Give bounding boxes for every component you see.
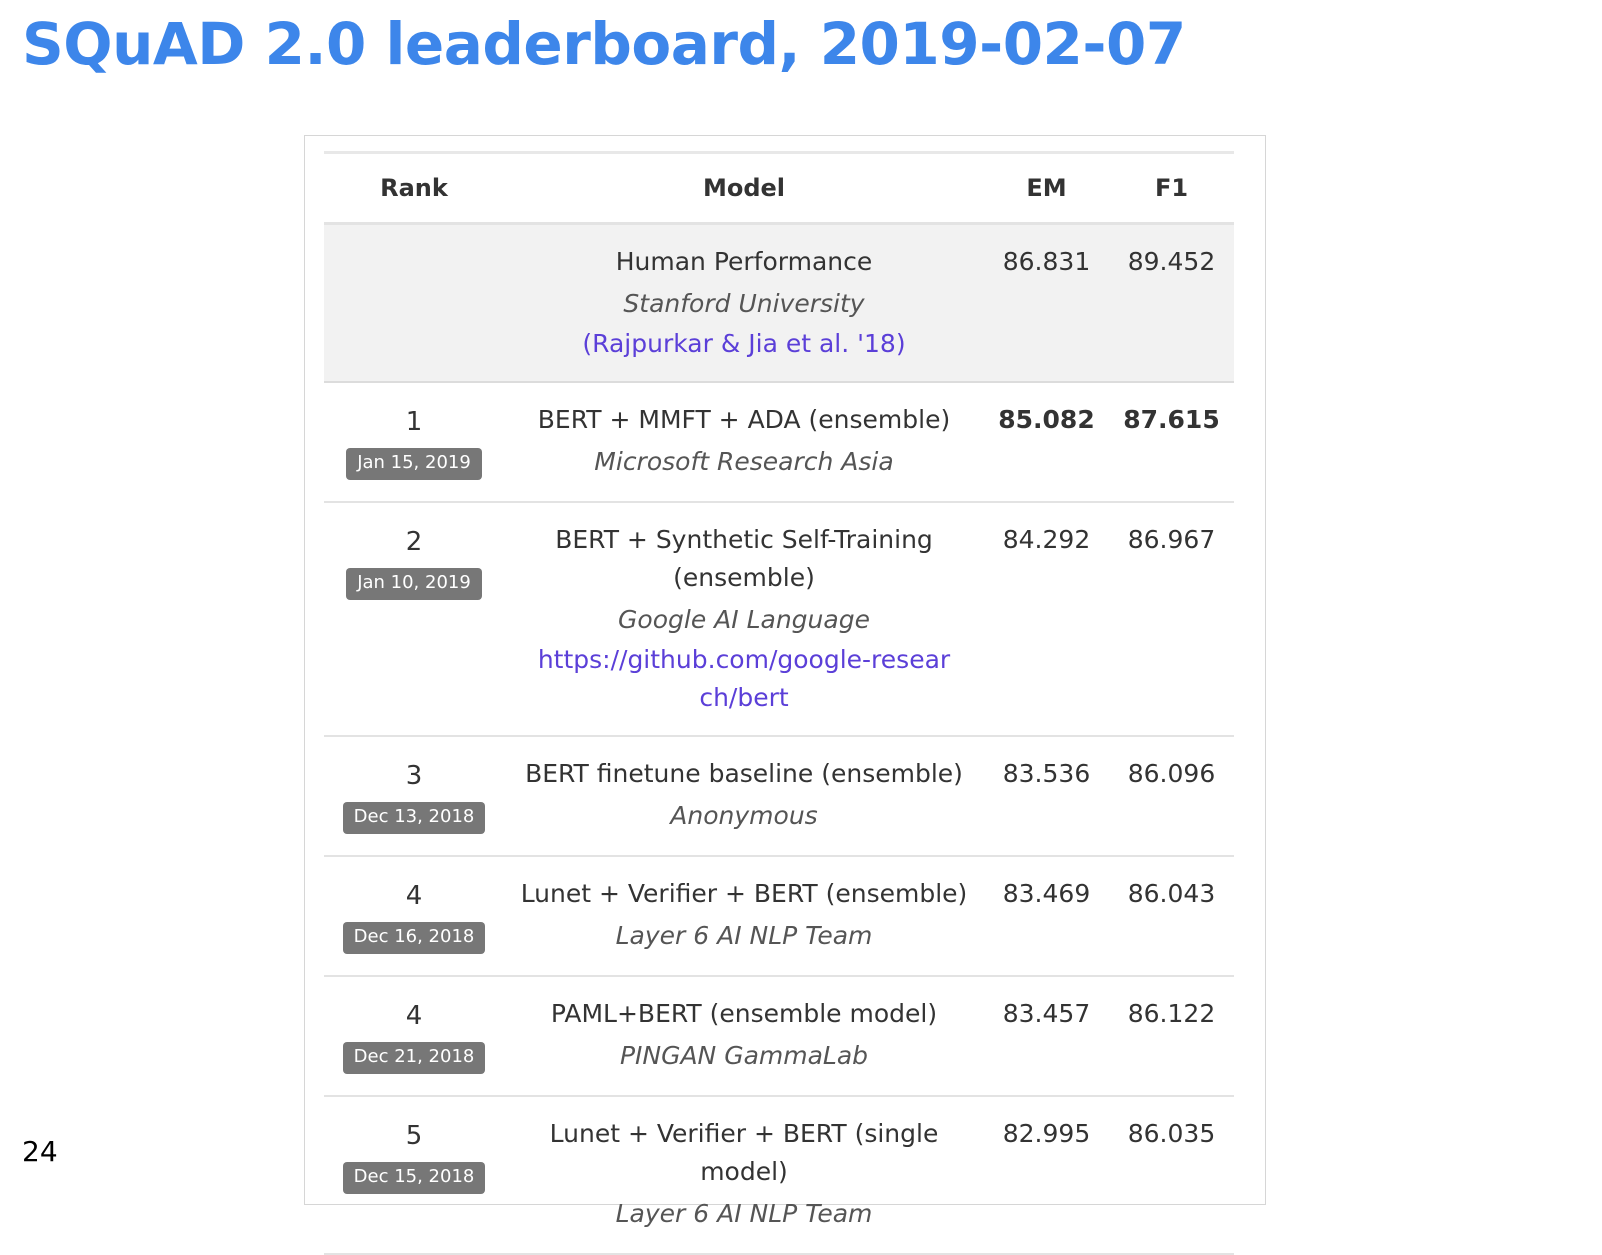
- table-row: 4 Dec 16, 2018 Lunet + Verifier + BERT (…: [324, 856, 1234, 977]
- rank-cell: 4 Dec 16, 2018: [324, 856, 504, 977]
- github-link[interactable]: https://github.com/google-research/bert: [504, 641, 984, 717]
- em-score: 84.292: [984, 502, 1109, 737]
- f1-score: 87.615: [1109, 382, 1234, 503]
- f1-score: 89.452: [1109, 223, 1234, 383]
- rank-cell: [324, 223, 504, 383]
- model-organization: Layer 6 AI NLP Team: [615, 1199, 873, 1228]
- model-name: PAML+BERT (ensemble model): [550, 999, 938, 1028]
- leaderboard-table: Rank Model EM F1 Human Performance Stanf…: [324, 151, 1234, 1255]
- em-score: 83.457: [984, 976, 1109, 1097]
- leaderboard-panel: Rank Model EM F1 Human Performance Stanf…: [304, 135, 1266, 1255]
- model-cell: PAML+BERT (ensemble model) PINGAN GammaL…: [504, 976, 984, 1097]
- model-name: BERT + Synthetic Self-Training (ensemble…: [555, 525, 933, 592]
- model-organization: Stanford University: [623, 289, 865, 318]
- f1-score: 86.035: [1109, 1096, 1234, 1255]
- model-organization: PINGAN GammaLab: [619, 1041, 869, 1070]
- model-cell: BERT + MMFT + ADA (ensemble) Microsoft R…: [504, 382, 984, 503]
- model-name: BERT finetune baseline (ensemble): [525, 759, 963, 788]
- rank-number: 4: [405, 881, 423, 911]
- model-header: Model: [504, 151, 984, 225]
- model-organization: Layer 6 AI NLP Team: [615, 921, 873, 950]
- slide-title: SQuAD 2.0 leaderboard, 2019-02-07: [22, 10, 1186, 78]
- rank-number: 2: [405, 527, 423, 557]
- model-cell: Lunet + Verifier + BERT (ensemble) Layer…: [504, 856, 984, 977]
- em-header: EM: [984, 151, 1109, 225]
- f1-score: 86.096: [1109, 736, 1234, 857]
- em-score: 82.995: [984, 1096, 1109, 1255]
- model-cell: Human Performance Stanford University (R…: [504, 223, 984, 383]
- em-score: 86.831: [984, 223, 1109, 383]
- model-name: Lunet + Verifier + BERT (ensemble): [520, 879, 968, 908]
- date-badge: Dec 16, 2018: [342, 922, 486, 954]
- table-row: 4 Dec 21, 2018 PAML+BERT (ensemble model…: [324, 976, 1234, 1097]
- model-name: Human Performance: [615, 247, 873, 276]
- rank-cell: 1 Jan 15, 2019: [324, 382, 504, 503]
- paper-link[interactable]: (Rajpurkar & Jia et al. '18): [504, 325, 984, 363]
- f1-score: 86.043: [1109, 856, 1234, 977]
- rank-number: 3: [405, 761, 423, 791]
- date-badge: Jan 15, 2019: [346, 448, 482, 480]
- model-name: Lunet + Verifier + BERT (single model): [549, 1119, 939, 1186]
- table-row: 1 Jan 15, 2019 BERT + MMFT + ADA (ensemb…: [324, 382, 1234, 503]
- model-organization: Anonymous: [670, 801, 818, 830]
- page-number: 24: [22, 1135, 58, 1168]
- rank-number: 5: [405, 1121, 423, 1151]
- rank-number: 4: [405, 1001, 423, 1031]
- rank-cell: 5 Dec 15, 2018: [324, 1096, 504, 1255]
- human-performance-row: Human Performance Stanford University (R…: [324, 223, 1234, 383]
- model-cell: Lunet + Verifier + BERT (single model) L…: [504, 1096, 984, 1255]
- table-row: 3 Dec 13, 2018 BERT finetune baseline (e…: [324, 736, 1234, 857]
- rank-number: 1: [405, 407, 423, 437]
- model-organization: Microsoft Research Asia: [594, 447, 894, 476]
- rank-cell: 3 Dec 13, 2018: [324, 736, 504, 857]
- date-badge: Dec 15, 2018: [342, 1162, 486, 1194]
- header-row: Rank Model EM F1: [324, 151, 1234, 225]
- model-cell: BERT + Synthetic Self-Training (ensemble…: [504, 502, 984, 737]
- table-row: 2 Jan 10, 2019 BERT + Synthetic Self-Tra…: [324, 502, 1234, 737]
- rank-cell: 2 Jan 10, 2019: [324, 502, 504, 737]
- date-badge: Dec 13, 2018: [342, 802, 486, 834]
- em-score: 83.469: [984, 856, 1109, 977]
- f1-header: F1: [1109, 151, 1234, 225]
- model-cell: BERT finetune baseline (ensemble) Anonym…: [504, 736, 984, 857]
- rank-cell: 4 Dec 21, 2018: [324, 976, 504, 1097]
- model-organization: Google AI Language: [618, 605, 870, 634]
- em-score: 85.082: [984, 382, 1109, 503]
- rank-header: Rank: [324, 151, 504, 225]
- date-badge: Dec 21, 2018: [342, 1042, 486, 1074]
- f1-score: 86.122: [1109, 976, 1234, 1097]
- model-name: BERT + MMFT + ADA (ensemble): [537, 405, 951, 434]
- table-row: 5 Dec 15, 2018 Lunet + Verifier + BERT (…: [324, 1096, 1234, 1255]
- em-score: 83.536: [984, 736, 1109, 857]
- date-badge: Jan 10, 2019: [346, 568, 482, 600]
- f1-score: 86.967: [1109, 502, 1234, 737]
